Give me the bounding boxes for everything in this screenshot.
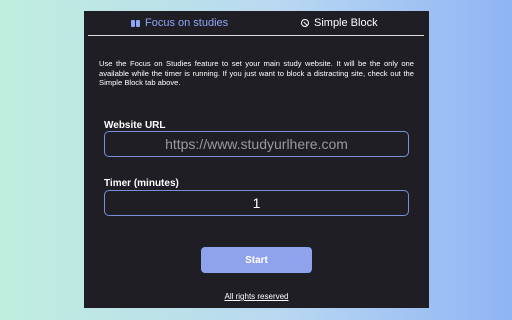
timer-input[interactable] (104, 190, 409, 216)
tab-bar: Focus on studies Simple Block (84, 11, 429, 35)
website-url-label: Website URL (104, 120, 166, 131)
block-icon (301, 19, 309, 27)
tab-label: Simple Block (314, 17, 378, 29)
tab-simple-block[interactable]: Simple Block (301, 11, 378, 35)
feature-description: Use the Focus on Studies feature to set … (99, 59, 414, 88)
start-button[interactable]: Start (201, 247, 312, 273)
timer-label: Timer (minutes) (104, 178, 179, 189)
tab-focus-on-studies[interactable]: Focus on studies (131, 11, 228, 35)
tab-divider (88, 35, 424, 36)
tab-label: Focus on studies (145, 17, 229, 29)
website-url-input[interactable] (104, 131, 409, 157)
extension-popup: Focus on studies Simple Block Use the Fo… (84, 11, 429, 308)
all-rights-reserved-link[interactable]: All rights reserved (84, 292, 429, 301)
book-icon (131, 19, 140, 27)
